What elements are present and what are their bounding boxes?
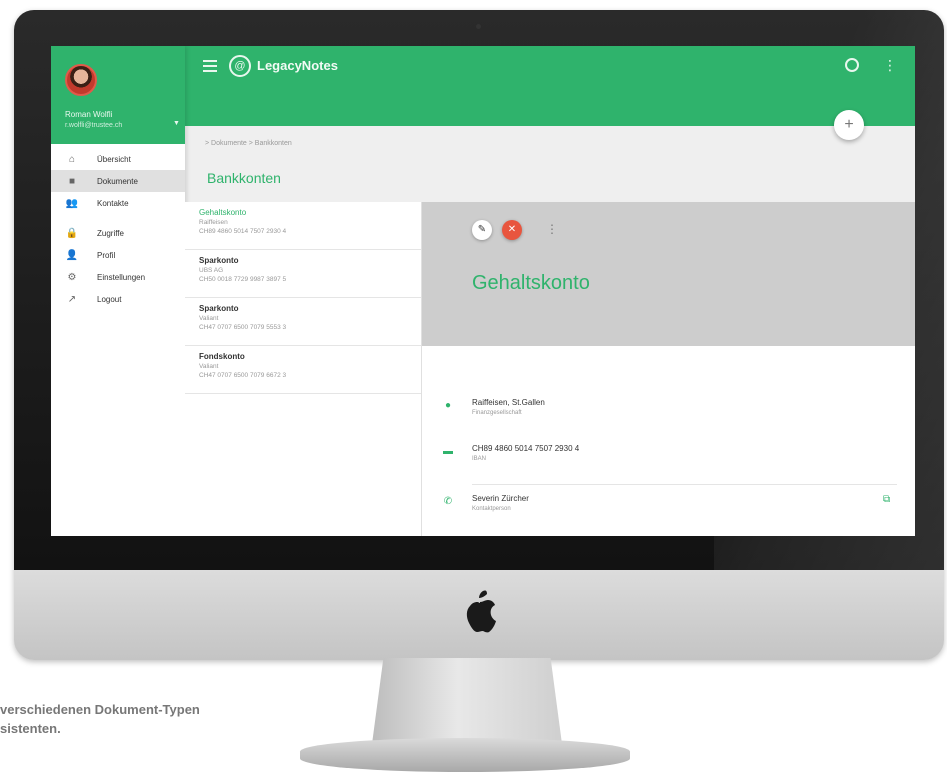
list-item-bank: UBS AG — [199, 267, 224, 274]
field-value: Raiffeisen, St.Gallen — [472, 398, 545, 407]
sidebar-header: Roman Wolfli r.wolfli@trustee.ch ▼ — [51, 46, 185, 144]
location-icon: ● — [444, 400, 452, 411]
divider — [472, 484, 897, 485]
list-item-bank: Valiant — [199, 315, 219, 322]
folder-icon: ■ — [68, 175, 76, 187]
field-iban: ▬ CH89 4860 5014 7507 2930 4 IBAN — [442, 444, 897, 474]
list-item-title: Sparkonto — [199, 256, 239, 265]
list-item[interactable]: Sparkonto Valiant CH47 0707 6500 7079 55… — [185, 298, 421, 346]
imac-stand — [372, 658, 562, 744]
detail-title: Gehaltskonto — [472, 272, 590, 294]
camera — [476, 24, 481, 29]
lock-icon: 🔒 — [65, 227, 79, 239]
sidebar-item-label: Einstellungen — [97, 272, 146, 282]
caption-line-2: sistenten. — [0, 721, 61, 736]
more-vert-icon[interactable]: ⋮ — [546, 222, 558, 236]
sidebar-item-label: Dokumente — [97, 176, 138, 186]
people-icon: 👥 — [65, 197, 79, 209]
sidebar-item-label: Logout — [97, 294, 122, 304]
sidebar-item-logout[interactable]: ↗ Logout — [51, 288, 185, 310]
sidebar-item-label: Zugriffe — [97, 228, 124, 238]
delete-button[interactable]: ✕ — [502, 220, 522, 240]
sidebar-item-overview[interactable]: ⌂ Übersicht — [51, 148, 185, 170]
more-vert-icon[interactable]: ⋮ — [883, 58, 897, 72]
breadcrumb[interactable]: > Dokumente > Bankkonten — [205, 140, 292, 147]
sidebar-item-access[interactable]: 🔒 Zugriffe — [51, 222, 185, 244]
sidebar-item-label: Kontakte — [97, 198, 129, 208]
list-item-title: Gehaltskonto — [199, 208, 247, 217]
detail-panel: ✎ ✕ ⋮ Gehaltskonto ● Raiffeisen, St.Gall… — [422, 202, 915, 536]
sidebar-item-label: Übersicht — [97, 154, 131, 164]
caption-line-1: verschiedenen Dokument-Typen — [0, 702, 200, 717]
field-value: Severin Zürcher — [472, 494, 529, 503]
content-header: > Dokumente > Bankkonten Bankkonten — [185, 126, 915, 202]
card-icon: ▬ — [443, 446, 453, 457]
avatar[interactable] — [65, 64, 97, 96]
add-button[interactable]: + — [834, 110, 864, 140]
sidebar-item-contacts[interactable]: 👥 Kontakte — [51, 192, 185, 214]
edit-button[interactable]: ✎ — [472, 220, 492, 240]
field-label: IBAN — [472, 456, 487, 462]
brand-name: LegacyNotes — [257, 58, 338, 73]
sidebar-item-label: Profil — [97, 250, 116, 260]
field-label: Finanzgesellschaft — [472, 410, 522, 416]
list-item[interactable]: Sparkonto UBS AG CH50 0018 7729 9987 389… — [185, 250, 421, 298]
list-item-title: Fondskonto — [199, 352, 245, 361]
person-icon: 👤 — [65, 249, 79, 261]
gear-icon: ⚙ — [67, 271, 77, 283]
imac-stand-base — [300, 738, 630, 772]
app-screen: @ LegacyNotes ⋮ > Dokumente > Bankkonten… — [51, 46, 915, 536]
sidebar: Roman Wolfli r.wolfli@trustee.ch ▼ ⌂ Übe… — [51, 46, 185, 536]
brand-logo-icon: @ — [229, 55, 251, 77]
phone-icon: ✆ — [443, 496, 453, 507]
list-item[interactable]: Gehaltskonto Raiffeisen CH89 4860 5014 7… — [185, 202, 421, 250]
field-bank: ● Raiffeisen, St.Gallen Finanzgesellscha… — [442, 398, 897, 428]
user-name: Roman Wolfli — [65, 110, 113, 119]
menu-icon[interactable] — [203, 60, 217, 72]
account-list: Gehaltskonto Raiffeisen CH89 4860 5014 7… — [185, 202, 422, 536]
sidebar-nav: ⌂ Übersicht ■ Dokumente 👥 Kontakte 🔒 Zug… — [51, 148, 185, 310]
home-icon: ⌂ — [68, 153, 76, 165]
field-value: CH89 4860 5014 7507 2930 4 — [472, 444, 580, 453]
user-email: r.wolfli@trustee.ch — [65, 122, 123, 129]
list-item-bank: Raiffeisen — [199, 219, 228, 226]
sidebar-item-settings[interactable]: ⚙ Einstellungen — [51, 266, 185, 288]
open-external-icon[interactable]: ⧉ — [883, 494, 890, 505]
list-item-iban: CH50 0018 7729 9987 3897 5 — [199, 276, 287, 283]
search-icon[interactable] — [845, 58, 859, 72]
apple-logo-icon — [466, 590, 496, 633]
list-item-title: Sparkonto — [199, 304, 239, 313]
page-title: Bankkonten — [207, 170, 281, 186]
list-item-bank: Valiant — [199, 363, 219, 370]
field-label: Kontaktperson — [472, 506, 511, 512]
sidebar-item-documents[interactable]: ■ Dokumente — [51, 170, 185, 192]
field-contact: ✆ Severin Zürcher Kontaktperson ⧉ — [442, 484, 897, 524]
list-item[interactable]: Fondskonto Valiant CH47 0707 6500 7079 6… — [185, 346, 421, 394]
caption: verschiedenen Dokument-Typen sistenten. — [0, 700, 330, 738]
account-dropdown-icon[interactable]: ▼ — [173, 120, 180, 127]
sidebar-item-profile[interactable]: 👤 Profil — [51, 244, 185, 266]
list-item-iban: CH47 0707 6500 7079 6672 3 — [199, 372, 287, 379]
list-item-iban: CH89 4860 5014 7507 2930 4 — [199, 228, 287, 235]
logout-icon: ↗ — [67, 293, 77, 305]
list-item-iban: CH47 0707 6500 7079 5553 3 — [199, 324, 287, 331]
detail-header: ✎ ✕ ⋮ Gehaltskonto — [422, 202, 915, 346]
